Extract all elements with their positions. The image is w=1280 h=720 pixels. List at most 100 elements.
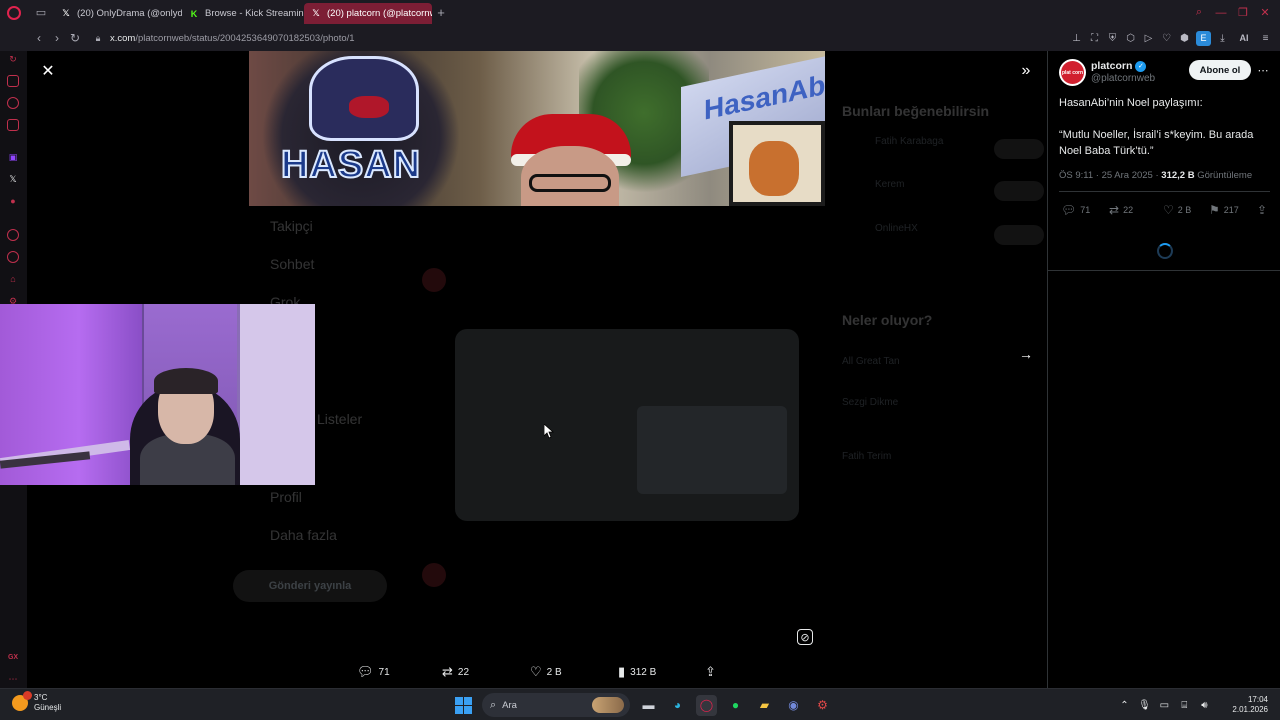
address-bar-tools: ⊥ ⛶ ⛨ ⬡ ▷ ♡ ⬢ E ⤓ AI ≡ bbox=[1070, 25, 1272, 51]
aria-icon[interactable]: ↻ bbox=[7, 53, 19, 65]
clock[interactable]: 17:04 2.01.2026 bbox=[1232, 695, 1268, 715]
workspace-icon[interactable] bbox=[7, 75, 19, 87]
download-icon[interactable]: ⤓ bbox=[1216, 32, 1229, 45]
reply-count: 71 bbox=[378, 666, 390, 678]
views-button[interactable]: ▮ 312 B bbox=[618, 660, 656, 684]
display-name[interactable]: platcorn ✓ bbox=[1091, 60, 1147, 72]
share-button[interactable]: ⇪ bbox=[1257, 200, 1267, 220]
extension-e-icon[interactable]: E bbox=[1196, 30, 1211, 46]
opera-gx-icon[interactable]: ◯ bbox=[696, 694, 717, 716]
pinboard-icon[interactable]: ⌂ bbox=[7, 273, 19, 285]
nav-more: Daha fazla bbox=[270, 527, 337, 543]
play-icon[interactable]: ▷ bbox=[1142, 32, 1155, 45]
views-count: 312 B bbox=[630, 666, 657, 678]
volume-icon[interactable]: 🔊︎ bbox=[1198, 700, 1210, 711]
weather-desc: Güneşli bbox=[34, 703, 62, 712]
reply-button[interactable]: 💬︎ 71 bbox=[357, 660, 390, 684]
tweet-header: plat corn platcorn ✓ @platcornweb Abone … bbox=[1048, 51, 1280, 93]
nav-chat: Sohbet bbox=[270, 256, 315, 272]
reply-button[interactable]: 💬︎ 71 bbox=[1061, 200, 1090, 220]
discord-icon[interactable]: ◉ bbox=[783, 695, 804, 716]
feed-avatar bbox=[422, 563, 446, 587]
nav-lists: Listeler bbox=[317, 411, 363, 427]
edge-icon[interactable]: ◕ bbox=[667, 695, 688, 716]
tab-label: Browse - Kick Streaming bbox=[205, 8, 304, 19]
grok-icon[interactable]: ⊘ bbox=[797, 629, 813, 645]
pin-icon[interactable]: ⊥ bbox=[1070, 32, 1083, 45]
collapse-panel-icon[interactable]: » bbox=[1017, 62, 1035, 80]
tab-platcorn[interactable]: 𝕏 (20) platcorn (@platcornwe bbox=[304, 3, 432, 24]
close-photo-icon[interactable]: ✕ bbox=[39, 62, 57, 80]
twitch-icon[interactable]: ▣ bbox=[7, 151, 19, 163]
search-tabs-icon[interactable]: ⌕ bbox=[1190, 6, 1208, 19]
history-icon[interactable] bbox=[7, 251, 19, 263]
reply-icon: 💬︎ bbox=[1061, 203, 1077, 217]
tab-overview-icon[interactable]: ▭ bbox=[28, 0, 54, 25]
easy-setup-icon[interactable]: ≡ bbox=[1259, 32, 1272, 45]
minimize-icon[interactable]: — bbox=[1212, 7, 1230, 19]
follow-suggestion-button bbox=[994, 225, 1044, 245]
avatar[interactable]: plat corn bbox=[1059, 59, 1086, 86]
repost-icon: ⇄ bbox=[1109, 203, 1120, 217]
url-field[interactable]: x.com/platcornweb/status/200425364907018… bbox=[110, 33, 355, 44]
tab-onlydrama[interactable]: 𝕏 (20) OnlyDrama (@onlydrama bbox=[54, 3, 182, 24]
maximize-icon[interactable]: ❐ bbox=[1234, 6, 1252, 19]
tab-label: (20) platcorn (@platcornwe bbox=[327, 8, 432, 19]
task-view-icon[interactable]: ▬ bbox=[638, 695, 659, 716]
repost-button[interactable]: ⇄ 22 bbox=[1109, 200, 1133, 220]
reload-icon[interactable]: ↻ bbox=[66, 25, 84, 51]
extensions-icon[interactable]: ⬢ bbox=[1178, 32, 1191, 45]
x-sidebar-icon[interactable]: 𝕏 bbox=[7, 173, 19, 185]
microphone-icon[interactable]: 🎙︎ bbox=[1138, 700, 1151, 711]
like-button[interactable]: ♡ 2 B bbox=[1163, 200, 1191, 220]
feed-avatar bbox=[422, 268, 446, 292]
network-icon[interactable]: ⌸ bbox=[1178, 700, 1190, 711]
search-label: Ara bbox=[502, 699, 517, 711]
opera-menu-icon[interactable] bbox=[0, 0, 28, 25]
like-button[interactable]: ♡ 2 B bbox=[530, 660, 562, 684]
close-window-icon[interactable]: ✕ bbox=[1256, 6, 1274, 19]
clock-time: 17:04 bbox=[1247, 695, 1268, 704]
sidebar-dot-icon[interactable]: ● bbox=[7, 195, 19, 207]
user-handle[interactable]: @platcornweb bbox=[1091, 73, 1155, 84]
more-options-icon[interactable]: ⋯ bbox=[1256, 61, 1270, 79]
tweet-meta: ÖS 9:11 · 25 Ara 2025 · 312,2 B Görüntül… bbox=[1059, 170, 1252, 181]
divider bbox=[1048, 270, 1280, 271]
player-icon[interactable] bbox=[7, 229, 19, 241]
taskbar-search[interactable]: ⌕ Ara bbox=[482, 693, 630, 717]
next-photo-icon[interactable]: → bbox=[1017, 345, 1035, 363]
file-explorer-icon[interactable]: ▰ bbox=[754, 695, 775, 716]
tweet-timestamp[interactable]: ÖS 9:11 · 25 Ara 2025 · bbox=[1059, 170, 1159, 181]
trend-item: All Great Tan bbox=[842, 356, 900, 367]
spotify-icon[interactable]: ● bbox=[725, 695, 746, 716]
shield-icon[interactable]: ⛨ bbox=[1106, 32, 1119, 45]
bookmark-panel-icon[interactable] bbox=[7, 119, 19, 131]
tweet-photo: HASAN HasanAbi bbox=[249, 51, 825, 206]
app-icon[interactable]: ⚙ bbox=[812, 695, 833, 716]
share-button[interactable]: ⇪ bbox=[705, 660, 716, 684]
loading-spinner bbox=[1157, 243, 1173, 259]
bookmark-button[interactable]: ⚑ 217 bbox=[1209, 200, 1239, 220]
chevron-up-icon[interactable]: ⌃ bbox=[1118, 700, 1130, 711]
back-icon[interactable]: ‹ bbox=[30, 25, 48, 51]
messenger-icon[interactable] bbox=[7, 97, 19, 109]
address-bar: ‹ › ↻ 🔒︎ x.com/platcornweb/status/200425… bbox=[0, 25, 1280, 51]
weather-widget[interactable]: 3°C Güneşli bbox=[12, 691, 62, 713]
windows-start-icon[interactable] bbox=[453, 695, 474, 716]
repost-icon: ⇄ bbox=[442, 664, 453, 679]
heart-icon[interactable]: ♡ bbox=[1160, 32, 1173, 45]
window-controls: ⌕ — ❐ ✕ bbox=[1190, 0, 1274, 25]
repost-button[interactable]: ⇄ 22 bbox=[442, 660, 469, 684]
display-icon[interactable]: ▭ bbox=[1158, 700, 1170, 711]
lock-icon[interactable]: 🔒︎ bbox=[90, 33, 106, 44]
aria-ai-button[interactable]: AI bbox=[1234, 32, 1254, 45]
photo-action-bar: 💬︎ 71 ⇄ 22 ♡ 2 B ▮ 312 B ⇪ bbox=[0, 660, 1047, 684]
subscribe-button[interactable]: Abone ol bbox=[1189, 60, 1251, 80]
search-icon: ⌕ bbox=[490, 698, 497, 711]
cube-icon[interactable]: ⬡ bbox=[1124, 32, 1137, 45]
snapshot-icon[interactable]: ⛶ bbox=[1088, 32, 1101, 45]
new-tab-button[interactable]: + bbox=[432, 2, 450, 23]
tab-kick[interactable]: K Browse - Kick Streaming bbox=[182, 3, 304, 24]
forward-icon[interactable]: › bbox=[48, 25, 66, 51]
suggestion-item: Fatih Karabaga bbox=[875, 136, 944, 147]
